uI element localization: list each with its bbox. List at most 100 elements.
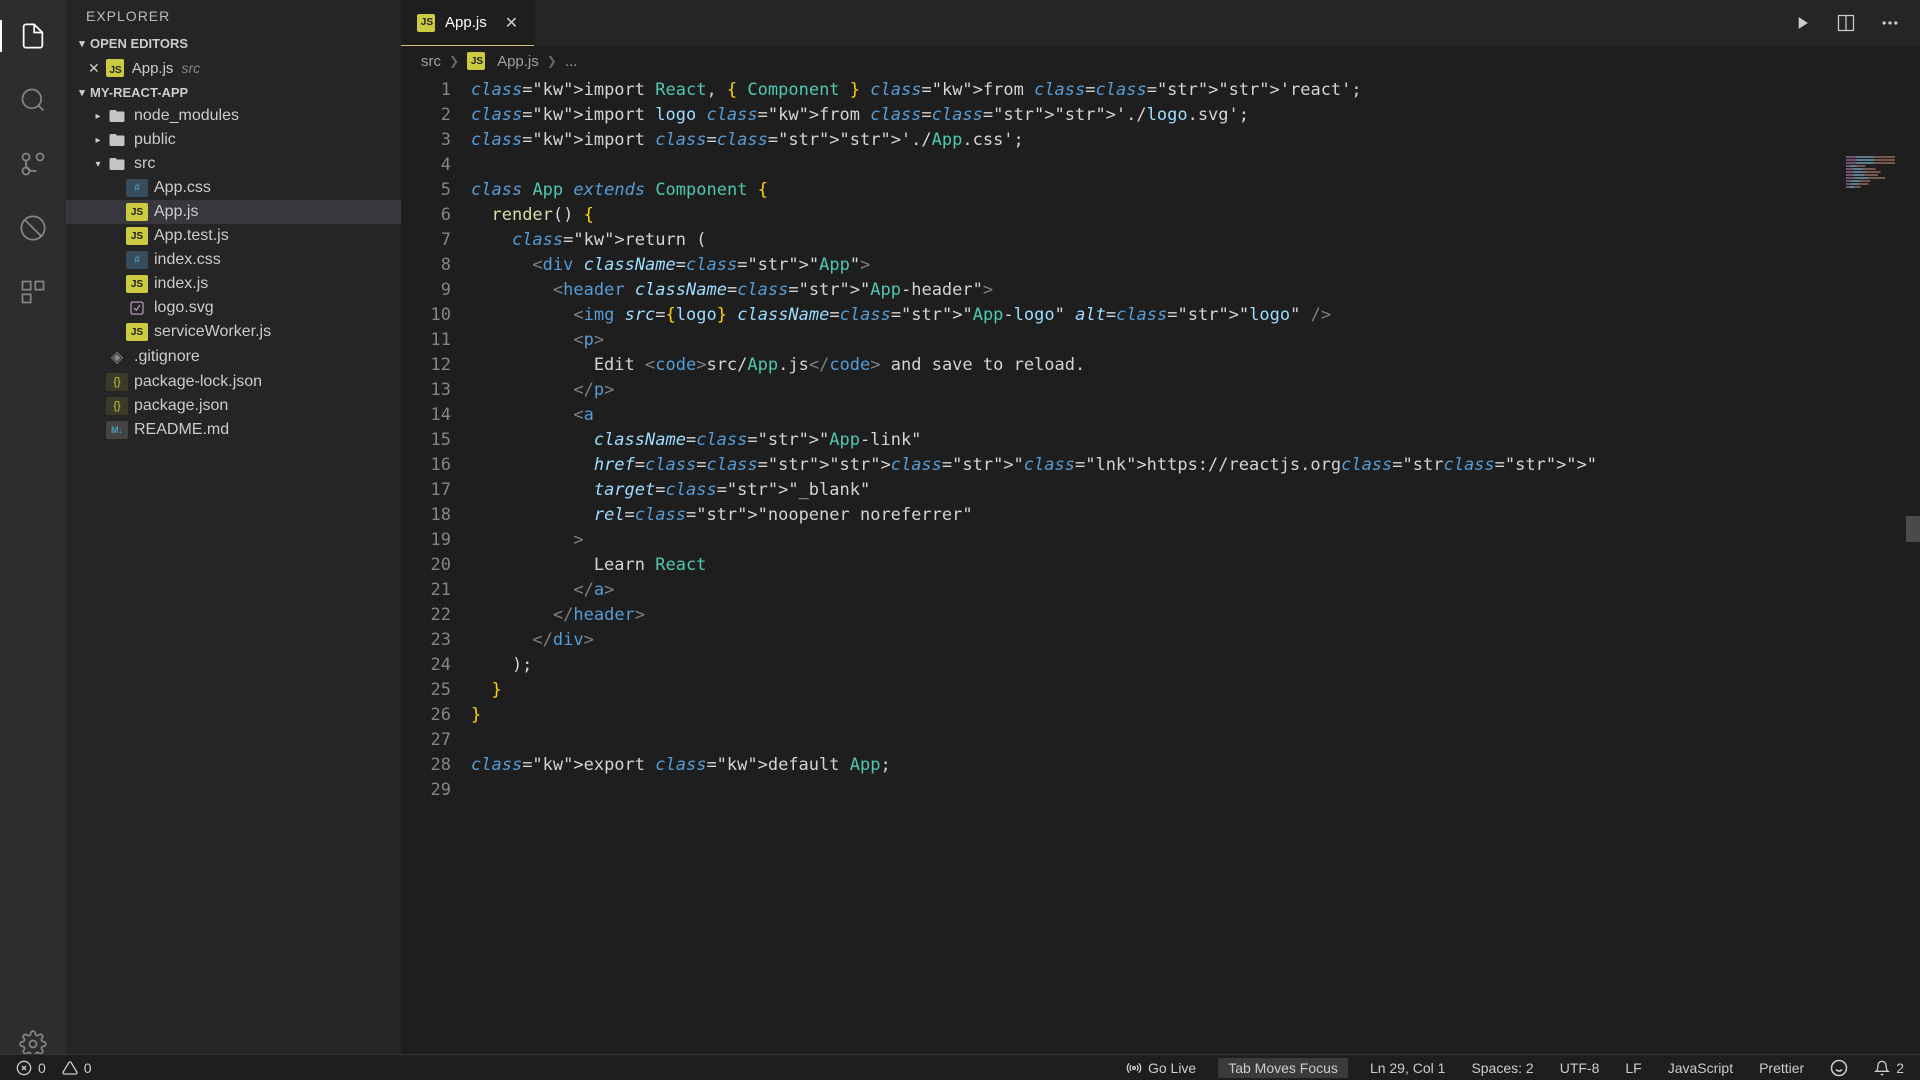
file-item[interactable]: ◈ .gitignore	[66, 344, 401, 370]
json-file-icon: {}	[106, 397, 128, 415]
debug-activity-icon[interactable]	[9, 204, 57, 252]
chevron-right-icon: ▸	[90, 111, 106, 122]
status-notifications[interactable]: 2	[1870, 1060, 1908, 1076]
tree-item-label: .gitignore	[134, 348, 200, 366]
status-go-live[interactable]: Go Live	[1122, 1060, 1200, 1076]
code-editor[interactable]: 1234567891011121314151617181920212223242…	[401, 76, 1920, 1080]
run-icon[interactable]	[1792, 13, 1812, 33]
explorer-activity-icon[interactable]	[9, 12, 57, 60]
open-editor-item[interactable]: ✕ JS App.js src	[66, 55, 401, 81]
open-editors-section[interactable]: ▾ OPEN EDITORS	[66, 32, 401, 55]
open-editor-path: src	[181, 60, 200, 76]
explorer-sidebar: EXPLORER ▾ OPEN EDITORS ✕ JS App.js src …	[66, 0, 401, 1080]
css-file-icon: #	[126, 251, 148, 269]
js-file-icon: JS	[126, 323, 148, 341]
tree-item-label: App.test.js	[154, 227, 229, 245]
chevron-down-icon: ▾	[74, 86, 90, 99]
tree-item-label: index.css	[154, 251, 221, 269]
tree-item-label: package-lock.json	[134, 373, 262, 391]
tree-item-label: node_modules	[134, 107, 239, 125]
scrollbar-thumb[interactable]	[1906, 516, 1920, 542]
tree-item-label: App.js	[154, 203, 198, 221]
file-item[interactable]: M↓ README.md	[66, 418, 401, 442]
source-control-activity-icon[interactable]	[9, 140, 57, 188]
status-eol[interactable]: LF	[1621, 1060, 1645, 1076]
css-file-icon: #	[126, 179, 148, 197]
folder-icon	[106, 155, 128, 173]
status-language[interactable]: JavaScript	[1664, 1060, 1737, 1076]
tab-label: App.js	[445, 14, 487, 31]
tree-item-label: index.js	[154, 275, 208, 293]
status-warnings[interactable]: 0	[58, 1060, 96, 1076]
close-icon[interactable]: ✕	[88, 60, 100, 77]
file-tree: ▸ node_modules ▸ public ▾ src # App.css JS App.js…	[66, 104, 401, 442]
file-item[interactable]: {} package.json	[66, 394, 401, 418]
chevron-right-icon: ❯	[547, 54, 557, 68]
folder-icon	[106, 107, 128, 125]
tree-item-label: serviceWorker.js	[154, 323, 271, 341]
svg-file-icon	[126, 299, 148, 317]
breadcrumb-item[interactable]: src	[421, 53, 441, 70]
file-item[interactable]: JS index.js	[66, 272, 401, 296]
line-numbers: 1234567891011121314151617181920212223242…	[401, 76, 471, 1080]
file-item[interactable]: # App.css	[66, 176, 401, 200]
tree-item-label: package.json	[134, 397, 228, 415]
folder-item[interactable]: ▸ public	[66, 128, 401, 152]
open-editor-filename: App.js	[132, 60, 174, 77]
split-editor-icon[interactable]	[1836, 13, 1856, 33]
chevron-down-icon: ▾	[90, 159, 106, 170]
folder-item[interactable]: ▾ src	[66, 152, 401, 176]
status-feedback-icon[interactable]	[1826, 1059, 1852, 1077]
status-errors[interactable]: 0	[12, 1060, 50, 1076]
tree-item-label: README.md	[134, 421, 229, 439]
editor-area: JS App.js ✕ src ❯ JS App.js ❯ ... 123456…	[401, 0, 1920, 1080]
tree-item-label: App.css	[154, 179, 211, 197]
js-file-icon: JS	[467, 52, 485, 70]
more-actions-icon[interactable]	[1880, 13, 1900, 33]
project-section-header[interactable]: ▾ MY-REACT-APP	[66, 81, 401, 104]
breadcrumbs[interactable]: src ❯ JS App.js ❯ ...	[401, 46, 1920, 76]
project-name: MY-REACT-APP	[90, 85, 188, 100]
minimap[interactable]	[1846, 156, 1916, 216]
file-item[interactable]: JS App.test.js	[66, 224, 401, 248]
sidebar-title: EXPLORER	[66, 0, 401, 32]
open-editors-label: OPEN EDITORS	[90, 36, 188, 51]
activity-bar	[0, 0, 66, 1080]
md-file-icon: M↓	[106, 421, 128, 439]
status-tab-moves-focus[interactable]: Tab Moves Focus	[1218, 1058, 1348, 1078]
tree-item-label: public	[134, 131, 176, 149]
js-file-icon: JS	[126, 227, 148, 245]
status-indentation[interactable]: Spaces: 2	[1467, 1060, 1537, 1076]
chevron-right-icon: ▸	[90, 135, 106, 146]
tree-item-label: logo.svg	[154, 299, 214, 317]
tab-bar: JS App.js ✕	[401, 0, 1920, 46]
code-content[interactable]: class="kw">import React, { Component } c…	[471, 76, 1920, 1080]
search-activity-icon[interactable]	[9, 76, 57, 124]
chevron-right-icon: ❯	[449, 54, 459, 68]
js-file-icon: JS	[106, 59, 124, 77]
file-item[interactable]: JS App.js	[66, 200, 401, 224]
tree-item-label: src	[134, 155, 155, 173]
extensions-activity-icon[interactable]	[9, 268, 57, 316]
tab-app-js[interactable]: JS App.js ✕	[401, 0, 534, 46]
status-encoding[interactable]: UTF-8	[1556, 1060, 1604, 1076]
status-prettier[interactable]: Prettier	[1755, 1060, 1808, 1076]
close-icon[interactable]: ✕	[505, 13, 518, 33]
file-item[interactable]: logo.svg	[66, 296, 401, 320]
js-file-icon: JS	[126, 203, 148, 221]
editor-actions	[1792, 0, 1920, 46]
json-file-icon: {}	[106, 373, 128, 391]
js-file-icon: JS	[417, 14, 435, 32]
breadcrumb-item[interactable]: App.js	[497, 53, 539, 70]
js-file-icon: JS	[126, 275, 148, 293]
status-bar: 0 0 Go Live Tab Moves Focus Ln 29, Col 1…	[0, 1054, 1920, 1080]
git-file-icon: ◈	[106, 347, 128, 367]
folder-item[interactable]: ▸ node_modules	[66, 104, 401, 128]
breadcrumb-item[interactable]: ...	[565, 53, 578, 70]
file-item[interactable]: {} package-lock.json	[66, 370, 401, 394]
file-item[interactable]: # index.css	[66, 248, 401, 272]
file-item[interactable]: JS serviceWorker.js	[66, 320, 401, 344]
status-cursor-position[interactable]: Ln 29, Col 1	[1366, 1060, 1450, 1076]
chevron-down-icon: ▾	[74, 37, 90, 50]
folder-icon	[106, 131, 128, 149]
